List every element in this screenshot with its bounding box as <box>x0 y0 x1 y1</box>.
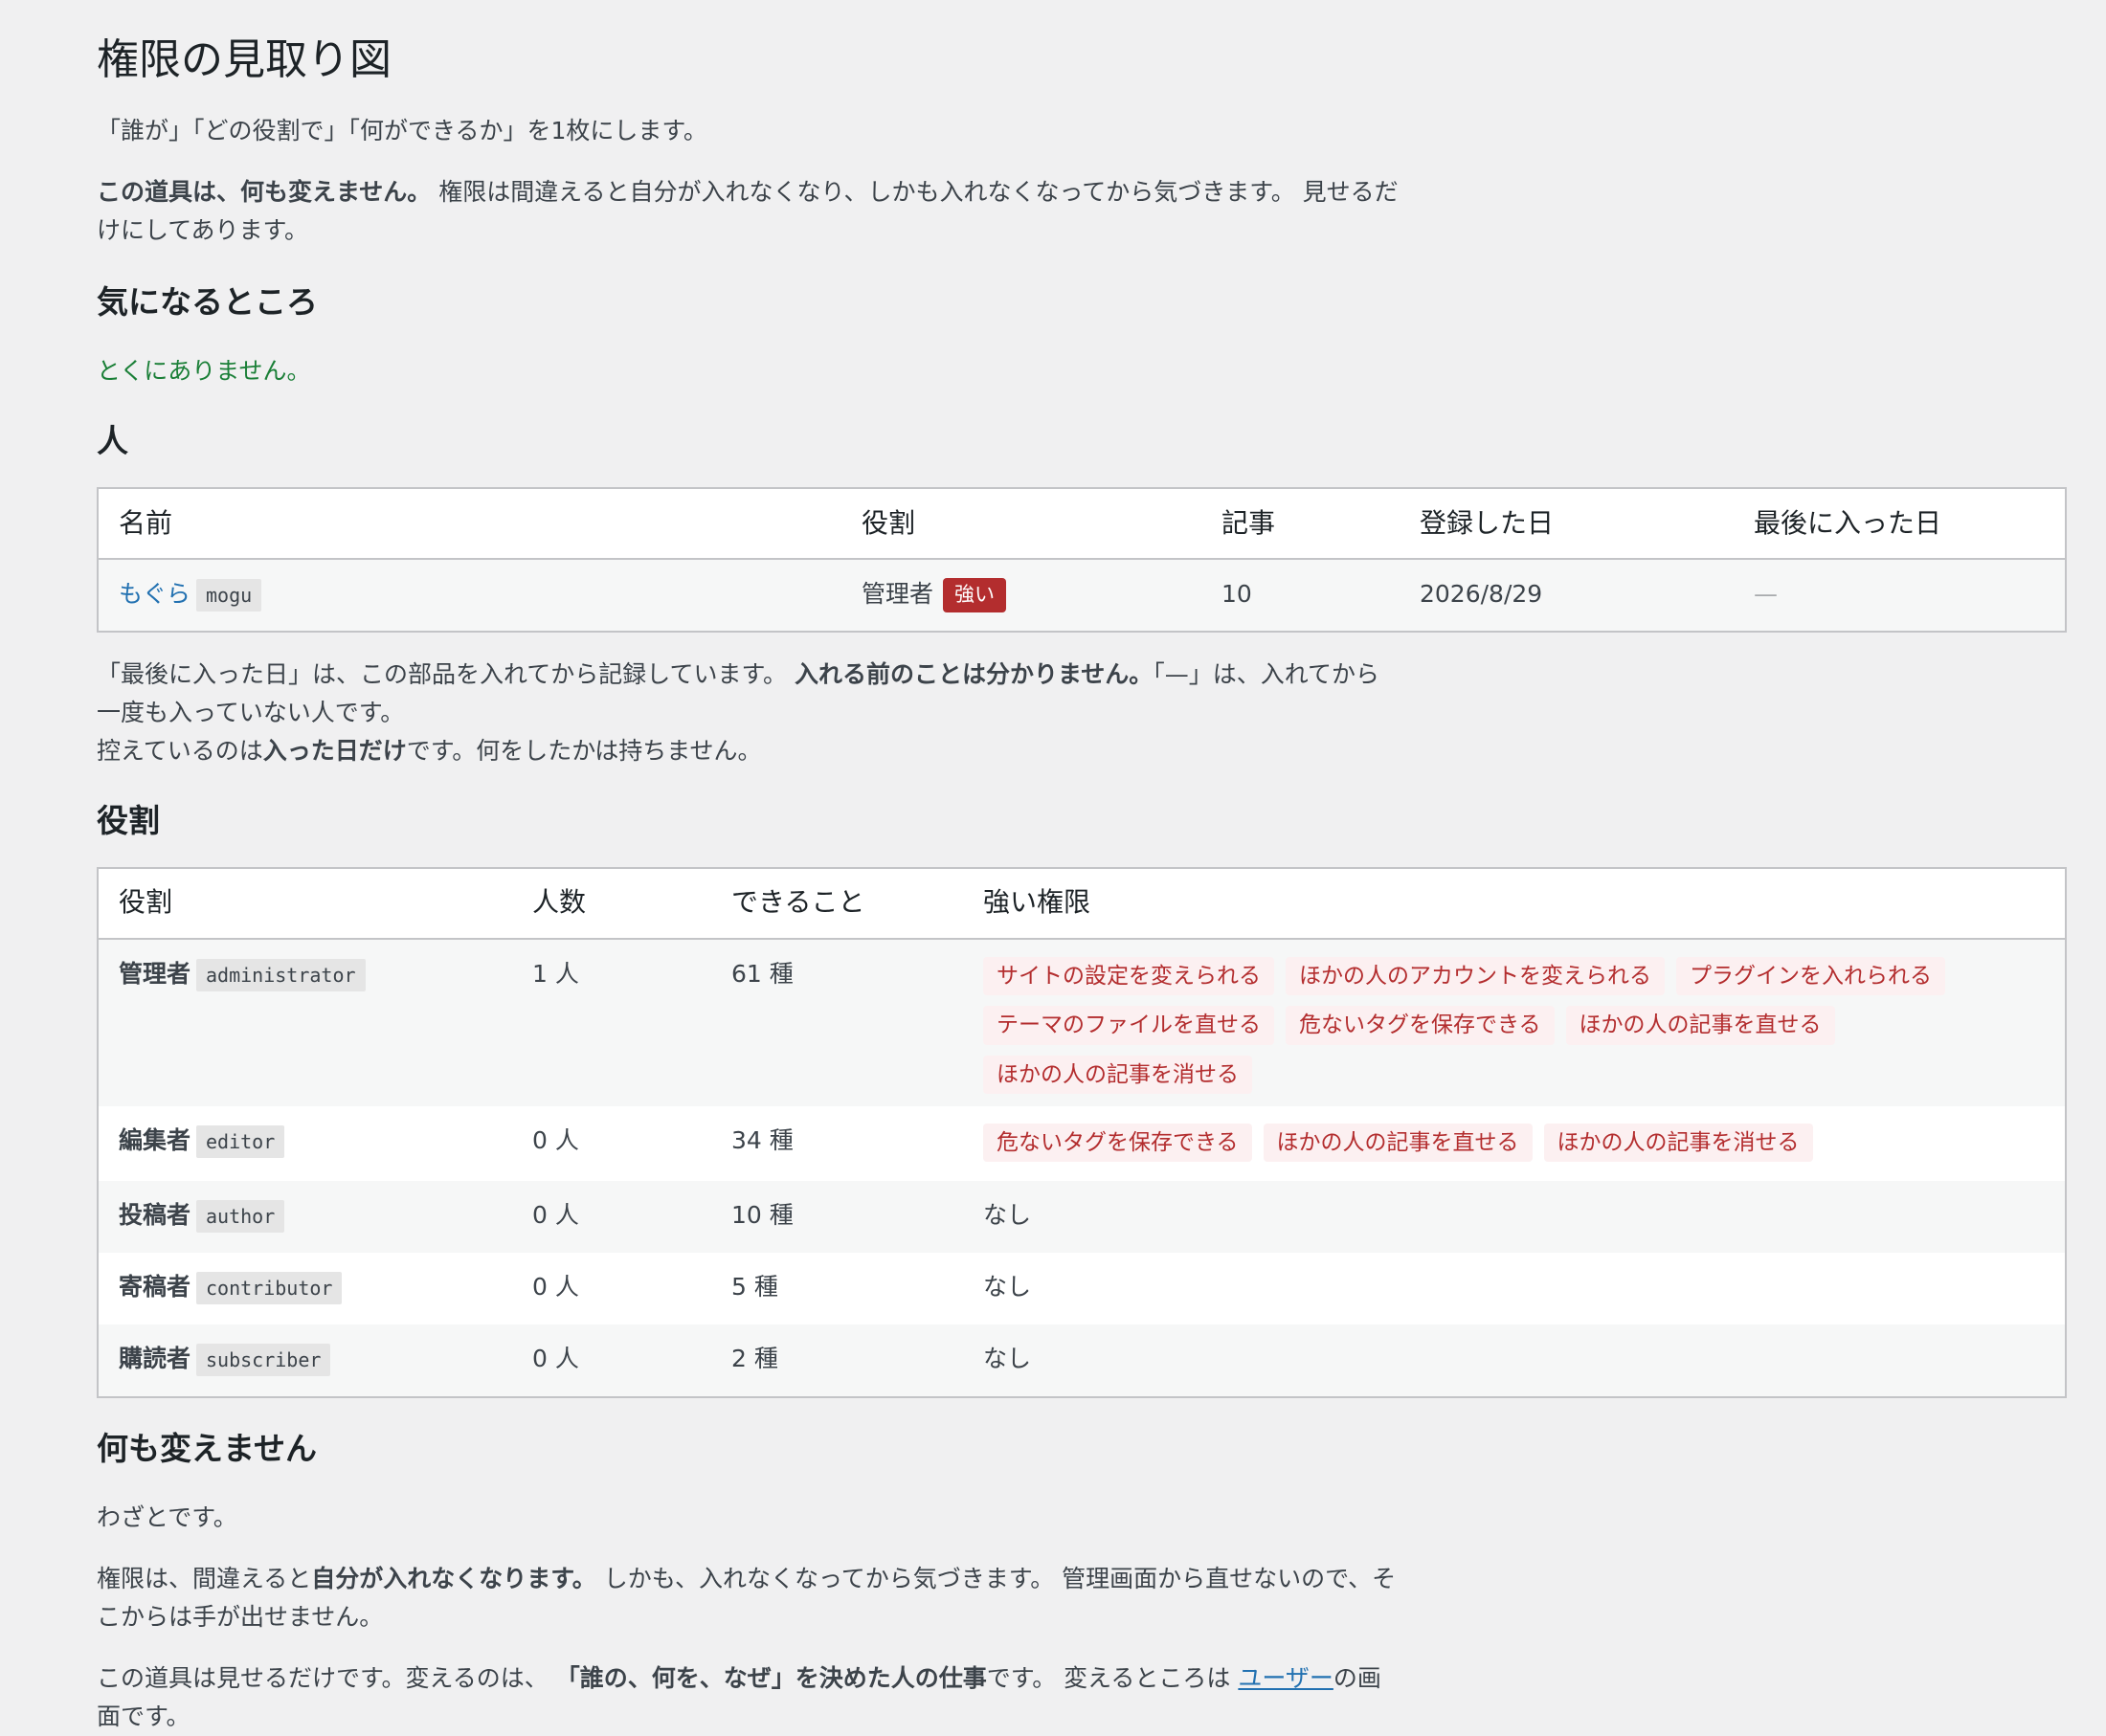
capability-pill: ほかの人のアカウントを変えられる <box>1286 956 1665 996</box>
concerns-ok-message: とくにありません。 <box>97 357 311 386</box>
people-note2-bold: 入った日だけ <box>262 736 407 765</box>
page-content: 権限の見取り図 「誰が」「どの役割で」「何ができるか」を1枚にします。 この道具… <box>97 33 2069 1736</box>
roles-heading: 役割 <box>97 801 160 839</box>
role-caps: 61 種 <box>711 938 963 1106</box>
capability-pill: ほかの人の記事を直せる <box>1263 1123 1533 1163</box>
user-login-code: mogu <box>196 578 262 612</box>
roles-table-header: 役割 人数 できること 強い権限 <box>98 867 2066 940</box>
people-heading: 人 <box>97 422 128 460</box>
readonly-heading: 何も変えません <box>97 1429 318 1467</box>
table-row: 管理者 administrator 1 人 61 種 サイトの設定を変えられる ほか… <box>98 938 2066 1106</box>
readonly-p3-bold: 「誰の、何を、なぜ」を決めた人の仕事 <box>555 1663 987 1692</box>
capability-pill: サイトの設定を変えられる <box>983 956 1274 996</box>
role-caps: 34 種 <box>731 1125 794 1154</box>
people-note-text-1: 「最後に入った日」は、この部品を入れてから記録しています。 <box>97 659 795 688</box>
col-role-strong: 強い権限 <box>963 867 2066 940</box>
user-role: 管理者 <box>862 579 934 608</box>
no-strong-caps: なし <box>963 1180 2066 1253</box>
role-count: 0 人 <box>512 1324 711 1397</box>
role-count: 0 人 <box>532 1125 579 1154</box>
user-posts: 10 <box>1201 558 1400 632</box>
table-row: 編集者 editor 0 人 34 種 危ないタグを保存できる ほかの人の記事を直せ… <box>98 1106 2066 1181</box>
no-strong-caps: なし <box>983 1272 1032 1301</box>
role-count: 0 人 <box>532 1272 579 1301</box>
col-name: 名前 <box>98 487 841 560</box>
role-slug: author <box>196 1199 285 1233</box>
role-caps: 5 種 <box>731 1272 778 1301</box>
role-slug: editor <box>196 1124 285 1158</box>
people-note2-text-2: です。何をしたかは持ちません。 <box>406 736 762 765</box>
people-table: 名前 役割 記事 登録した日 最後に入った日 もぐら mogu 管理者 強い 10 … <box>97 486 2067 633</box>
role-name: 寄稿者 <box>119 1272 191 1301</box>
readonly-p3-text-1: この道具は見せるだけです。変えるのは、 <box>97 1663 556 1692</box>
status-badge: 強い <box>943 578 1007 612</box>
table-row: もぐら mogu 管理者 強い 10 2026/8/29 — <box>98 558 2066 632</box>
capability-pill: ほかの人の記事を消せる <box>983 1055 1252 1095</box>
col-role-count: 人数 <box>512 867 711 940</box>
readonly-p3: この道具は見せるだけです。変えるのは、 「誰の、何を、なぜ」を決めた人の仕事です… <box>97 1659 1399 1736</box>
user-registered: 2026/8/29 <box>1400 558 1734 632</box>
user-last-login: — <box>1734 558 2066 632</box>
readonly-notice: この道具は、何も変えません。 権限は間違えると自分が入れなくなり、しかも入れなく… <box>97 173 1399 250</box>
readonly-p2: 権限は、間違えると自分が入れなくなります。 しかも、入れなくなってから気づきます… <box>97 1560 1399 1636</box>
role-slug: subscriber <box>196 1343 331 1376</box>
role-name: 投稿者 <box>119 1200 191 1229</box>
role-caps: 10 種 <box>711 1180 963 1253</box>
col-role: 役割 <box>841 487 1201 560</box>
page-title: 権限の見取り図 <box>97 35 392 84</box>
role-count: 1 人 <box>512 938 711 1106</box>
readonly-p3-text-2: です。 変えるところは <box>986 1663 1239 1692</box>
role-count: 0 人 <box>512 1180 711 1253</box>
people-note-bold: 入れる前のことは分かりません。 <box>794 659 1154 688</box>
role-caps: 2 種 <box>711 1324 963 1397</box>
concerns-heading: 気になるところ <box>97 283 318 322</box>
page-subtitle: 「誰が」「どの役割で」「何ができるか」を1枚にします。 <box>97 117 707 145</box>
no-strong-caps: なし <box>963 1324 2066 1397</box>
capability-pill: 危ないタグを保存できる <box>1286 1006 1555 1045</box>
table-row: 寄稿者 contributor 0 人 5 種 なし <box>98 1253 2066 1324</box>
role-name: 購読者 <box>119 1344 191 1372</box>
roles-table: 役割 人数 できること 強い権限 管理者 administrator 1 人 61… <box>97 866 2067 1398</box>
readonly-p2-text-1: 権限は、間違えると <box>97 1564 312 1592</box>
capability-pill: ほかの人の記事を直せる <box>1565 1006 1835 1045</box>
readonly-p2-bold: 自分が入れなくなります。 <box>311 1564 596 1592</box>
user-name-link[interactable]: もぐら <box>119 580 190 608</box>
capability-pill: 危ないタグを保存できる <box>983 1123 1252 1163</box>
people-note2-text-1: 控えているのは <box>97 736 263 765</box>
table-row: 投稿者 author 0 人 10 種 なし <box>98 1180 2066 1253</box>
col-role-caps: できること <box>711 867 963 940</box>
people-table-header: 名前 役割 記事 登録した日 最後に入った日 <box>98 487 2066 560</box>
capability-pill: ほかの人の記事を消せる <box>1543 1123 1813 1163</box>
role-slug: administrator <box>196 958 366 991</box>
role-slug: contributor <box>196 1271 343 1304</box>
col-registered: 登録した日 <box>1400 487 1734 560</box>
table-row: 購読者 subscriber 0 人 2 種 なし <box>98 1324 2066 1397</box>
users-screen-link[interactable]: ユーザー <box>1238 1664 1333 1692</box>
col-last-login: 最後に入った日 <box>1734 487 2066 560</box>
capability-pill: プラグインを入れられる <box>1676 956 1945 996</box>
role-name: 管理者 <box>119 959 191 988</box>
people-note: 「最後に入った日」は、この部品を入れてから記録しています。 入れる前のことは分か… <box>97 656 1399 770</box>
readonly-notice-bold: この道具は、何も変えません。 <box>97 178 432 207</box>
role-name: 編集者 <box>119 1125 191 1154</box>
readonly-p1: わざとです。 <box>97 1502 237 1531</box>
col-posts: 記事 <box>1201 487 1400 560</box>
col-role-name: 役割 <box>98 867 512 940</box>
capability-pill: テーマのファイルを直せる <box>983 1006 1274 1045</box>
